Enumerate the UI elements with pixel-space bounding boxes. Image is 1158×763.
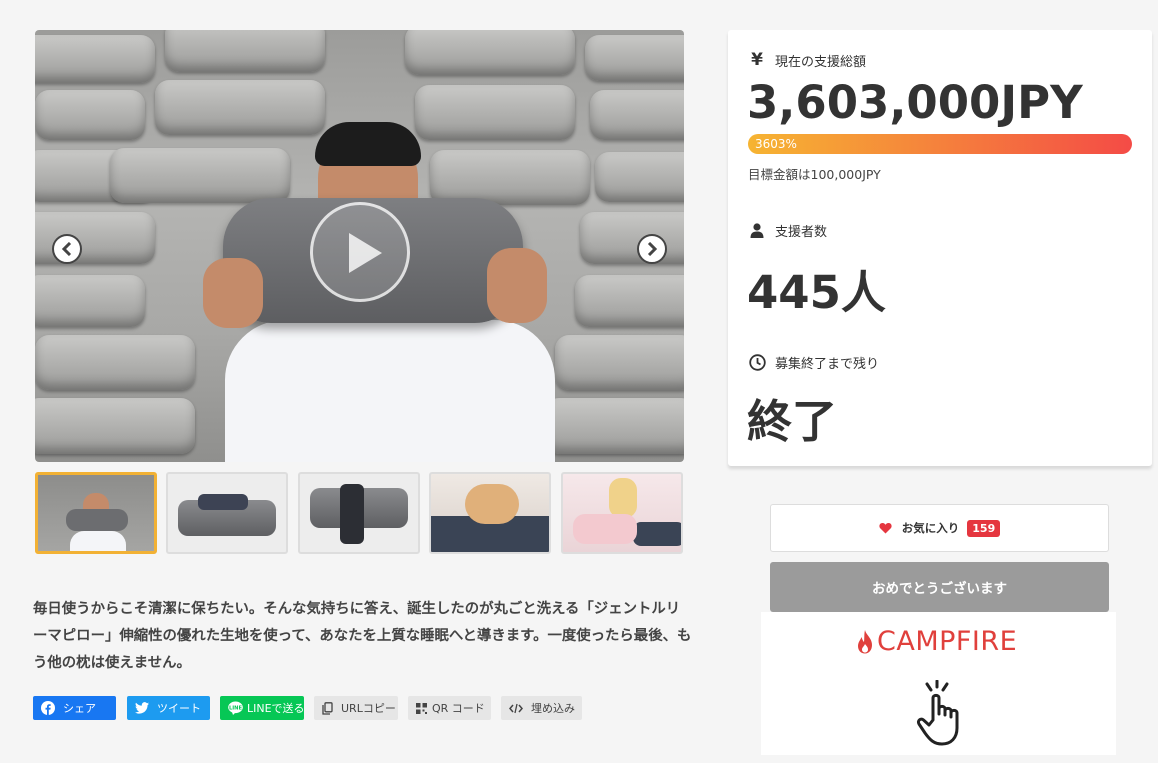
person-shirt	[225, 320, 555, 462]
facebook-share-label: シェア	[63, 702, 96, 715]
pillow-stack	[430, 150, 590, 205]
pillow-stack	[155, 80, 325, 135]
main-video-player[interactable]	[35, 30, 684, 462]
url-copy-label: URLコピー	[341, 702, 396, 715]
congrats-button[interactable]: おめでとうございます	[770, 562, 1109, 612]
favorite-label: お気に入り	[901, 521, 960, 535]
pillow-stack	[555, 335, 684, 390]
campfire-logo[interactable]: CAMPFIRE	[857, 626, 1017, 657]
pillow-stack	[35, 35, 155, 83]
embed-label: 埋め込み	[531, 702, 575, 715]
pillow-stack	[585, 35, 684, 81]
goal-amount: 目標金額は100,000JPY	[748, 167, 881, 182]
clock-icon	[748, 354, 766, 371]
thumbnail-strip	[35, 472, 684, 554]
amount-label-row: ¥ 現在の支援総額	[748, 50, 866, 70]
pillow-stack	[415, 85, 575, 140]
person-hair	[315, 122, 421, 166]
thumbnail-1[interactable]	[35, 472, 157, 554]
copy-icon	[322, 701, 333, 715]
next-slide-button[interactable]	[637, 234, 667, 264]
pointer-hand-icon	[913, 679, 973, 752]
pillow-stack	[35, 90, 145, 140]
backers-value: 445人	[747, 266, 886, 319]
line-icon: LINE	[228, 701, 243, 715]
chevron-right-icon	[647, 242, 658, 256]
funding-progress-bar: 3603%	[748, 134, 1132, 154]
pillow-stack	[165, 30, 325, 72]
funding-stats-panel: ¥ 現在の支援総額 3,603,000JPY 3603% 目標金額は100,00…	[728, 30, 1152, 466]
remaining-value: 終了	[747, 395, 838, 448]
facebook-icon	[41, 701, 55, 715]
pillow-stack	[545, 398, 684, 454]
line-share-label: LINEで送る	[247, 702, 305, 715]
embed-button[interactable]: 埋め込み	[501, 696, 582, 720]
qr-code-icon	[416, 702, 427, 714]
pillow-stack	[35, 335, 195, 390]
pillow-stack	[35, 398, 195, 454]
qr-code-button[interactable]: QR コード	[408, 696, 491, 720]
play-button[interactable]	[310, 202, 410, 302]
twitter-share-label: ツイート	[157, 702, 201, 715]
progress-percent: 3603%	[755, 137, 797, 151]
url-copy-button[interactable]: URLコピー	[314, 696, 398, 720]
person-hand	[487, 248, 547, 323]
pillow-stack	[35, 275, 145, 327]
qr-code-label: QR コード	[432, 702, 485, 715]
heart-icon	[879, 522, 892, 534]
code-icon	[509, 703, 523, 714]
chevron-left-icon	[61, 242, 72, 256]
flame-icon	[858, 629, 872, 653]
thumbnail-5[interactable]	[561, 472, 683, 554]
thumbnail-4[interactable]	[429, 472, 551, 554]
amount-label: 現在の支援総額	[775, 54, 867, 70]
thumbnail-2[interactable]	[166, 472, 288, 554]
project-description: 毎日使うからこそ清潔に保ちたい。そんな気持ちに答え、誕生したのが丸ごと洗える「ジ…	[33, 601, 692, 671]
yen-icon: ¥	[751, 50, 763, 70]
remaining-label: 募集終了まで残り	[775, 357, 880, 372]
user-icon	[748, 223, 766, 238]
facebook-share-button[interactable]: シェア	[33, 696, 116, 720]
pillow-stack	[580, 212, 684, 264]
twitter-share-button[interactable]: ツイート	[127, 696, 210, 720]
twitter-bird-icon	[135, 702, 149, 714]
backers-label-row: 支援者数	[748, 221, 827, 240]
remaining-label-row: 募集終了まで残り	[748, 353, 879, 372]
amount-value: 3,603,000JPY	[747, 76, 1083, 129]
favorite-count-badge: 159	[967, 519, 1001, 537]
pillow-stack	[405, 30, 575, 75]
backers-label: 支援者数	[775, 225, 828, 240]
line-share-button[interactable]: LINE LINEで送る	[220, 696, 305, 720]
campfire-banner: CAMPFIRE	[761, 612, 1116, 755]
pillow-stack	[595, 152, 684, 202]
pillow-stack	[575, 275, 684, 327]
play-icon	[349, 233, 382, 273]
person-hand	[203, 258, 263, 328]
prev-slide-button[interactable]	[52, 234, 82, 264]
favorite-button[interactable]: お気に入り 159	[770, 504, 1109, 552]
campfire-logo-text: CAMPFIRE	[877, 626, 1018, 657]
pillow-stack	[590, 90, 684, 140]
thumbnail-3[interactable]	[298, 472, 420, 554]
svg-text:LINE: LINE	[229, 705, 243, 711]
pillow-stack	[110, 148, 290, 203]
